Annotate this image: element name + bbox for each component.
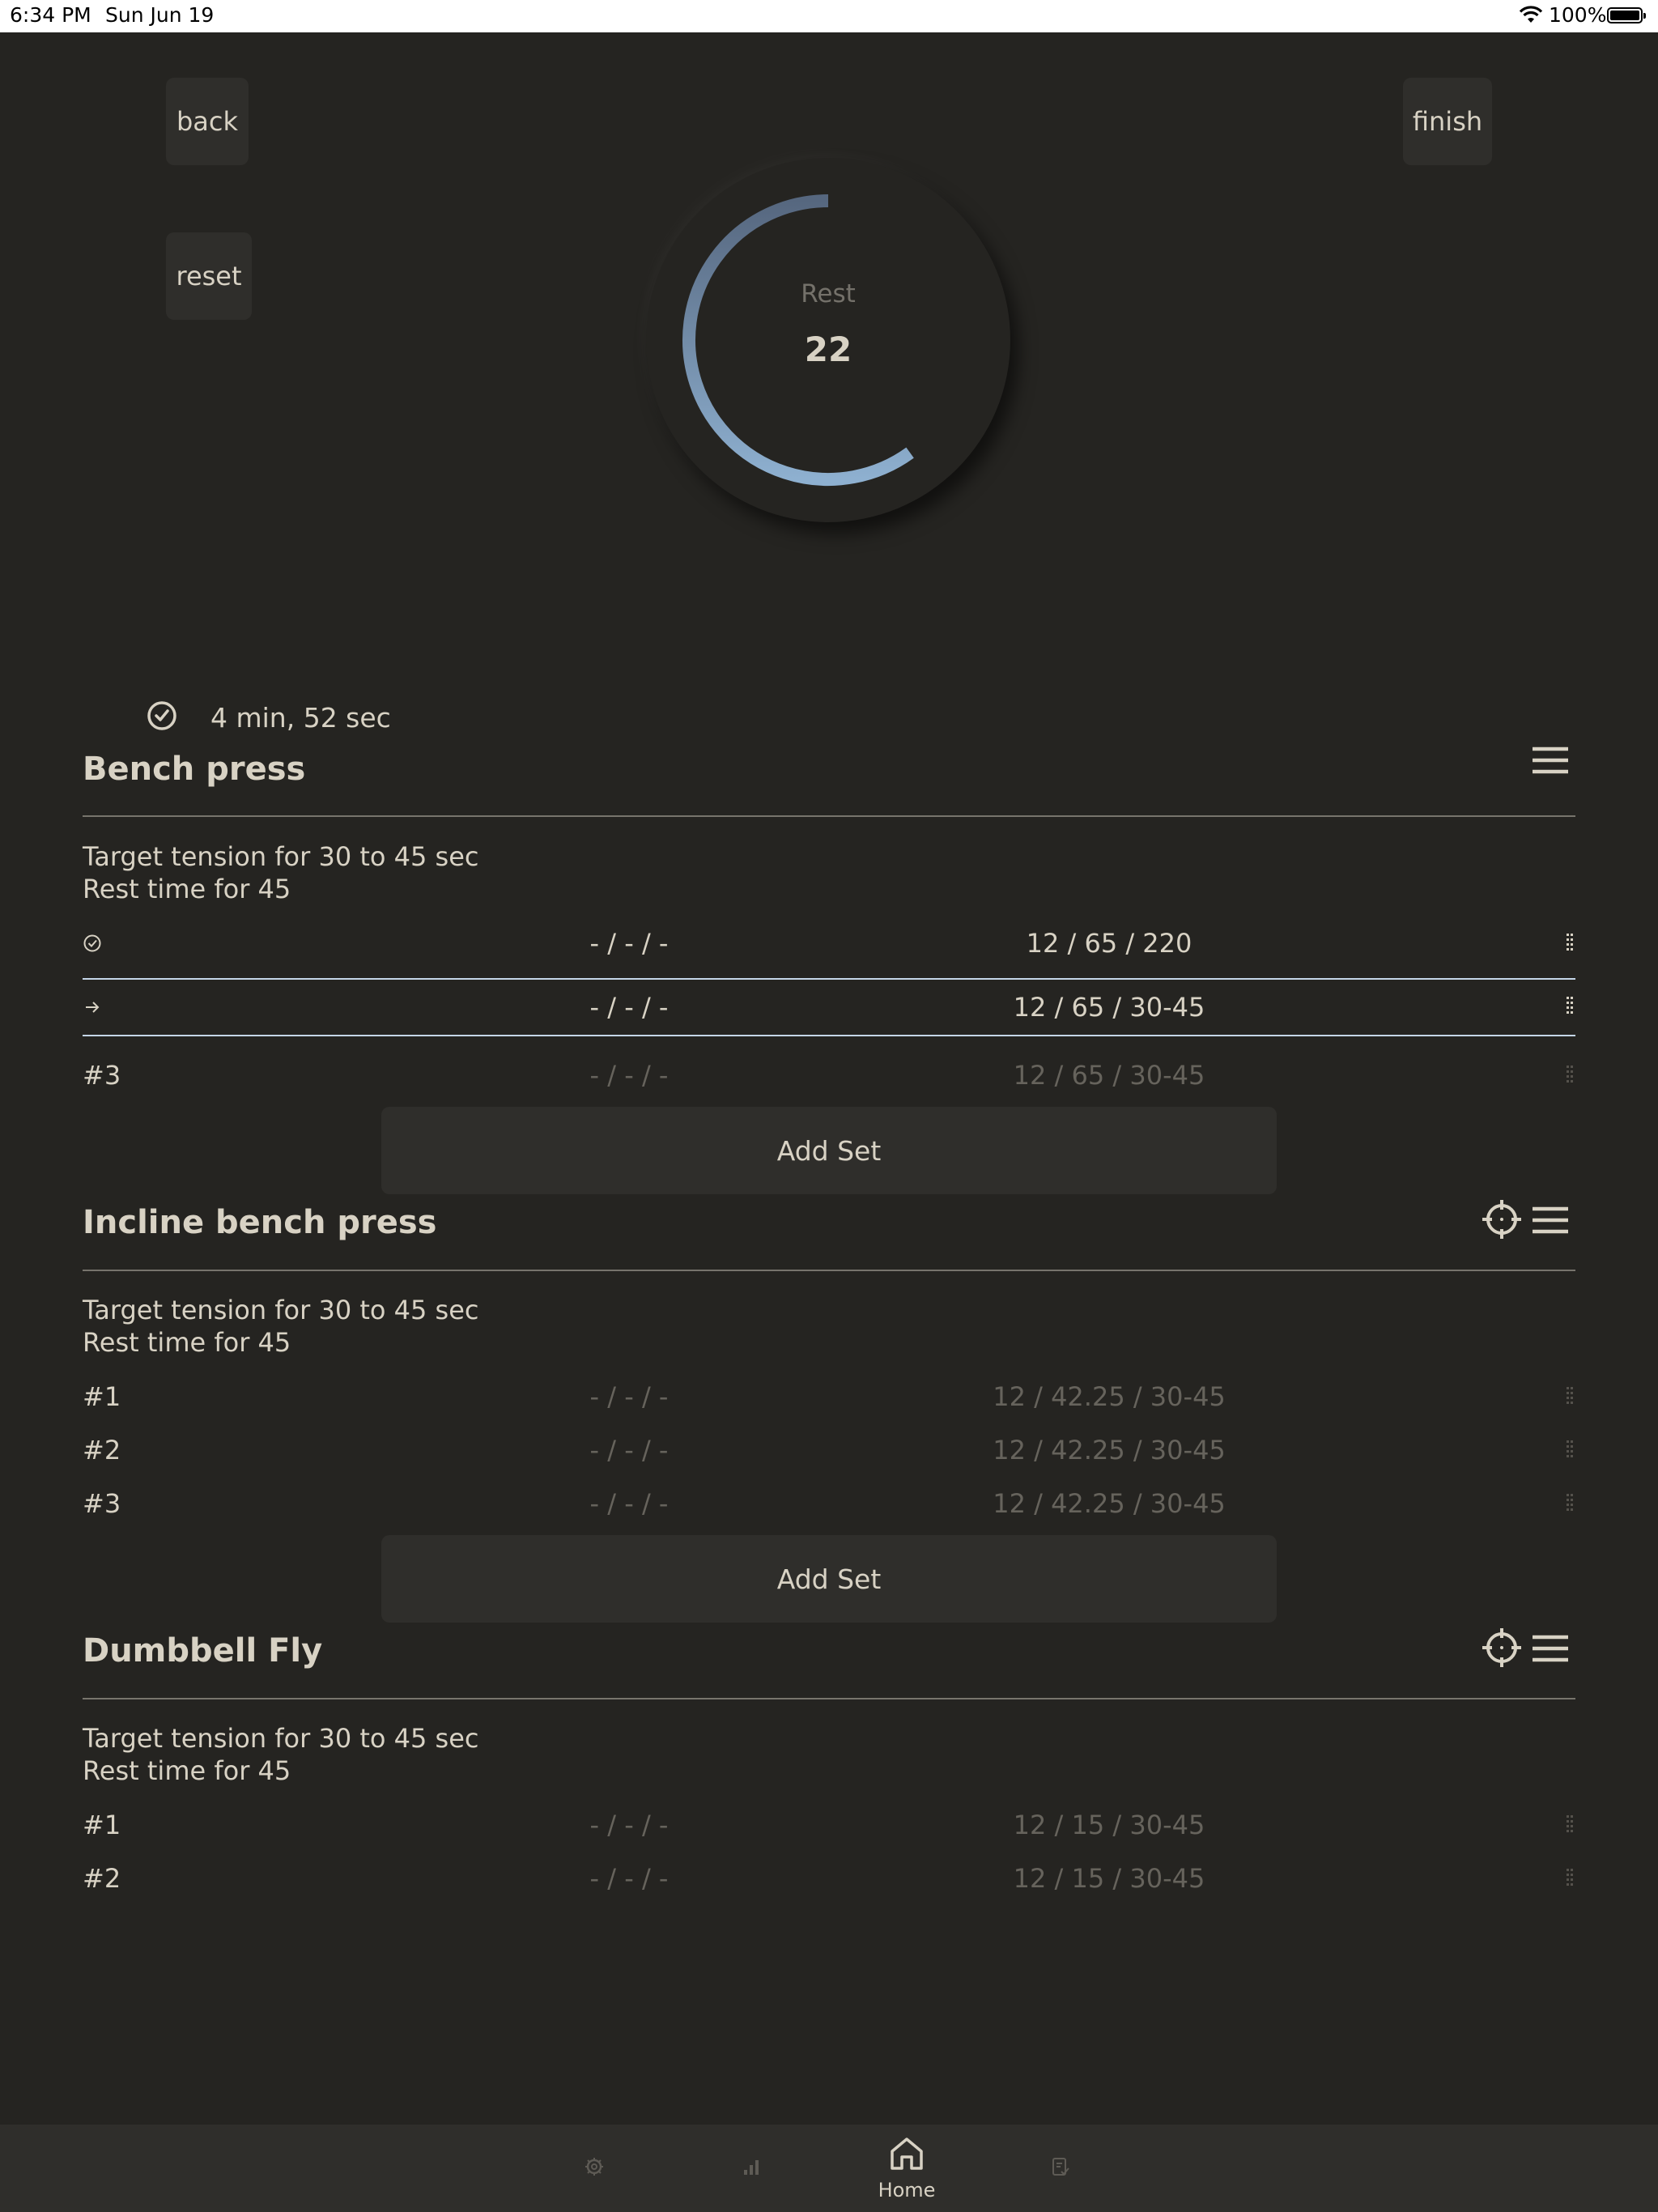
exercise-rest: Rest time for 45 <box>83 1327 291 1358</box>
set-row[interactable]: #2 - / - / - 12 / 42.25 / 30-45 <box>83 1423 1575 1477</box>
timer-value: 22 <box>804 330 852 369</box>
add-set-button[interactable]: Add Set <box>381 1535 1277 1623</box>
exercise-rest: Rest time for 45 <box>83 1755 291 1786</box>
drag-handle-icon[interactable] <box>1556 1490 1584 1517</box>
exercise-title: Dumbbell Fly <box>83 1632 323 1670</box>
log-icon <box>1050 2156 1071 2180</box>
set-target: 12 / 65 / 220 <box>1026 928 1192 959</box>
drag-handle-icon[interactable] <box>1556 1436 1584 1464</box>
set-actual: - / - / - <box>589 1435 669 1465</box>
set-actual: - / - / - <box>589 928 669 959</box>
battery-icon <box>1607 7 1646 23</box>
menu-icon[interactable] <box>1528 738 1573 783</box>
set-row-active[interactable]: - / - / - 12 / 65 / 30-45 <box>83 978 1575 1036</box>
drag-handle-icon[interactable] <box>1556 1811 1584 1839</box>
clock-check-icon <box>146 700 178 735</box>
set-number: #1 <box>83 1810 121 1840</box>
set-target: 12 / 42.25 / 30-45 <box>993 1435 1226 1465</box>
tab-stats[interactable] <box>703 2125 800 2212</box>
exercise-title: Incline bench press <box>83 1204 437 1241</box>
settings-icon <box>584 2156 605 2180</box>
set-current-arrow-icon <box>83 980 102 1035</box>
set-target: 12 / 15 / 30-45 <box>1013 1810 1205 1840</box>
chart-icon <box>741 2156 762 2180</box>
set-target: 12 / 15 / 30-45 <box>1013 1863 1205 1894</box>
exercise-tension: Target tension for 30 to 45 sec <box>83 1295 479 1325</box>
drag-handle-icon[interactable] <box>1556 1061 1584 1089</box>
exercise-tension: Target tension for 30 to 45 sec <box>83 841 479 872</box>
elapsed-time-text: 4 min, 52 sec <box>210 701 391 734</box>
status-date: Sun Jun 19 <box>105 3 215 27</box>
battery-percent: 100% <box>1549 3 1607 27</box>
rest-timer: Rest 22 <box>646 158 1010 522</box>
set-target: 12 / 65 / 30-45 <box>1013 992 1205 1023</box>
divider <box>83 815 1575 817</box>
menu-icon[interactable] <box>1528 1197 1573 1243</box>
set-actual: - / - / - <box>589 1381 669 1412</box>
tab-bar: Home <box>0 2125 1658 2212</box>
set-target: 12 / 42.25 / 30-45 <box>993 1488 1226 1519</box>
set-row[interactable]: #1 - / - / - 12 / 15 / 30-45 <box>83 1798 1575 1852</box>
reset-button[interactable]: reset <box>166 232 252 320</box>
elapsed-time: 4 min, 52 sec <box>146 698 391 737</box>
target-icon[interactable] <box>1479 1625 1524 1670</box>
set-row[interactable]: #3 - / - / - 12 / 42.25 / 30-45 <box>83 1477 1575 1530</box>
divider <box>83 1698 1575 1699</box>
set-row[interactable]: #1 - / - / - 12 / 42.25 / 30-45 <box>83 1370 1575 1423</box>
add-set-button[interactable]: Add Set <box>381 1107 1277 1194</box>
set-number: #1 <box>83 1381 121 1412</box>
set-actual: - / - / - <box>589 992 669 1023</box>
set-target: 12 / 65 / 30-45 <box>1013 1060 1205 1091</box>
exercise-title: Bench press <box>83 751 306 788</box>
set-target: 12 / 42.25 / 30-45 <box>993 1381 1226 1412</box>
timer-label: Rest <box>801 279 856 308</box>
set-actual: - / - / - <box>589 1863 669 1894</box>
set-done-icon <box>83 917 102 970</box>
drag-handle-icon[interactable] <box>1556 1383 1584 1410</box>
exercise-tension: Target tension for 30 to 45 sec <box>83 1723 479 1754</box>
drag-handle-icon[interactable] <box>1556 929 1584 957</box>
back-button[interactable]: back <box>166 78 249 165</box>
drag-handle-icon[interactable] <box>1556 1865 1584 1892</box>
set-actual: - / - / - <box>589 1810 669 1840</box>
set-number: #3 <box>83 1060 121 1091</box>
target-icon[interactable] <box>1479 1197 1524 1242</box>
set-actual: - / - / - <box>589 1060 669 1091</box>
set-row[interactable]: #3 - / - / - 12 / 65 / 30-45 <box>83 1049 1575 1102</box>
tab-home-label: Home <box>878 2179 936 2201</box>
tab-home[interactable]: Home <box>858 2125 955 2212</box>
wifi-icon <box>1519 5 1543 29</box>
tab-log[interactable] <box>1012 2125 1109 2212</box>
set-number: #3 <box>83 1488 121 1519</box>
finish-button[interactable]: finish <box>1403 78 1492 165</box>
exercise-rest: Rest time for 45 <box>83 874 291 904</box>
set-row[interactable]: #2 - / - / - 12 / 15 / 30-45 <box>83 1852 1575 1905</box>
status-time: 6:34 PM <box>10 3 91 27</box>
menu-icon[interactable] <box>1528 1626 1573 1671</box>
tab-settings[interactable] <box>546 2125 643 2212</box>
set-actual: - / - / - <box>589 1488 669 1519</box>
divider <box>83 1270 1575 1271</box>
set-row[interactable]: - / - / - 12 / 65 / 220 <box>83 917 1575 970</box>
home-icon <box>888 2135 925 2176</box>
set-number: #2 <box>83 1435 121 1465</box>
drag-handle-icon[interactable] <box>1556 993 1584 1020</box>
status-bar: 6:34 PM Sun Jun 19 100% <box>0 0 1658 32</box>
set-number: #2 <box>83 1863 121 1894</box>
